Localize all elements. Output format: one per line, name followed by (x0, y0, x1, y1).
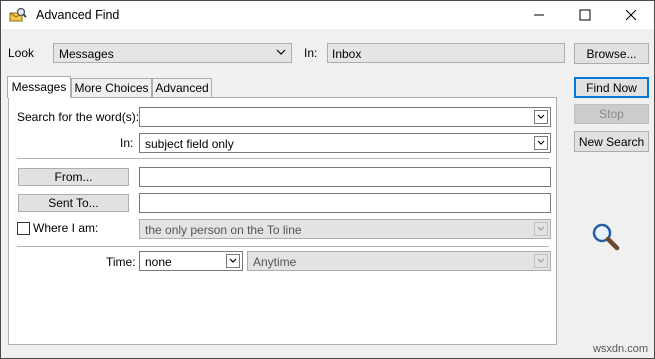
divider (17, 246, 549, 247)
chevron-down-icon (229, 258, 237, 263)
time-dropdown[interactable] (226, 254, 240, 268)
tab-messages[interactable]: Messages (7, 76, 71, 98)
in-folder-field: Inbox (327, 43, 565, 63)
search-words-label: Search for the word(s): (17, 110, 140, 124)
close-button[interactable] (608, 1, 654, 29)
tab-advanced[interactable]: Advanced (152, 78, 212, 97)
maximize-icon (579, 9, 591, 21)
where-i-am-dropdown[interactable] (534, 222, 548, 236)
sent-to-field[interactable] (139, 193, 551, 213)
search-in-select[interactable]: subject field only (139, 133, 551, 153)
where-i-am-checkbox[interactable] (17, 222, 30, 235)
advanced-find-window: Advanced Find Look Messages In: Inbox Br… (0, 0, 655, 359)
in-folder-value: Inbox (332, 47, 362, 61)
time-label: Time: (106, 255, 136, 269)
time-select[interactable]: none (139, 251, 243, 271)
chevron-down-icon (274, 46, 288, 60)
close-icon (625, 9, 637, 21)
chevron-down-icon (537, 258, 545, 263)
window-title: Advanced Find (36, 8, 120, 22)
divider (17, 158, 549, 159)
search-in-dropdown[interactable] (534, 136, 548, 150)
look-label: Look (8, 46, 35, 60)
time-value: none (145, 255, 172, 269)
minimize-icon (534, 14, 544, 16)
from-field[interactable] (139, 167, 551, 187)
time-range-select[interactable]: Anytime (247, 251, 551, 271)
where-i-am-select[interactable]: the only person on the To line (139, 219, 551, 239)
sent-to-button[interactable]: Sent To... (18, 194, 129, 212)
minimize-button[interactable] (516, 1, 562, 29)
time-range-value: Anytime (253, 255, 297, 269)
chevron-down-icon (537, 140, 545, 145)
look-value: Messages (59, 47, 114, 61)
search-words-input[interactable] (139, 107, 551, 127)
find-now-button[interactable]: Find Now (574, 77, 649, 98)
new-search-button[interactable]: New Search (574, 131, 649, 152)
search-in-label: In: (120, 136, 134, 150)
look-select[interactable]: Messages (53, 43, 292, 63)
stop-button[interactable]: Stop (574, 104, 649, 124)
browse-button[interactable]: Browse... (574, 43, 649, 64)
chevron-down-icon (537, 226, 545, 231)
maximize-button[interactable] (562, 1, 608, 29)
time-range-dropdown[interactable] (534, 254, 548, 268)
tab-more-choices[interactable]: More Choices (71, 78, 152, 97)
magnifier-icon (591, 222, 621, 252)
app-icon (9, 7, 27, 23)
in-folder-label: In: (304, 46, 318, 60)
search-words-dropdown[interactable] (534, 110, 548, 124)
where-i-am-label: Where I am: (33, 221, 99, 235)
watermark-text: wsxdn.com (592, 343, 648, 355)
chevron-down-icon (537, 114, 545, 119)
from-button[interactable]: From... (18, 168, 129, 186)
messages-tab-panel: Search for the word(s): In: subject fiel… (8, 97, 557, 345)
search-in-value: subject field only (145, 137, 234, 151)
where-i-am-value: the only person on the To line (145, 223, 302, 237)
title-bar: Advanced Find (1, 1, 654, 29)
